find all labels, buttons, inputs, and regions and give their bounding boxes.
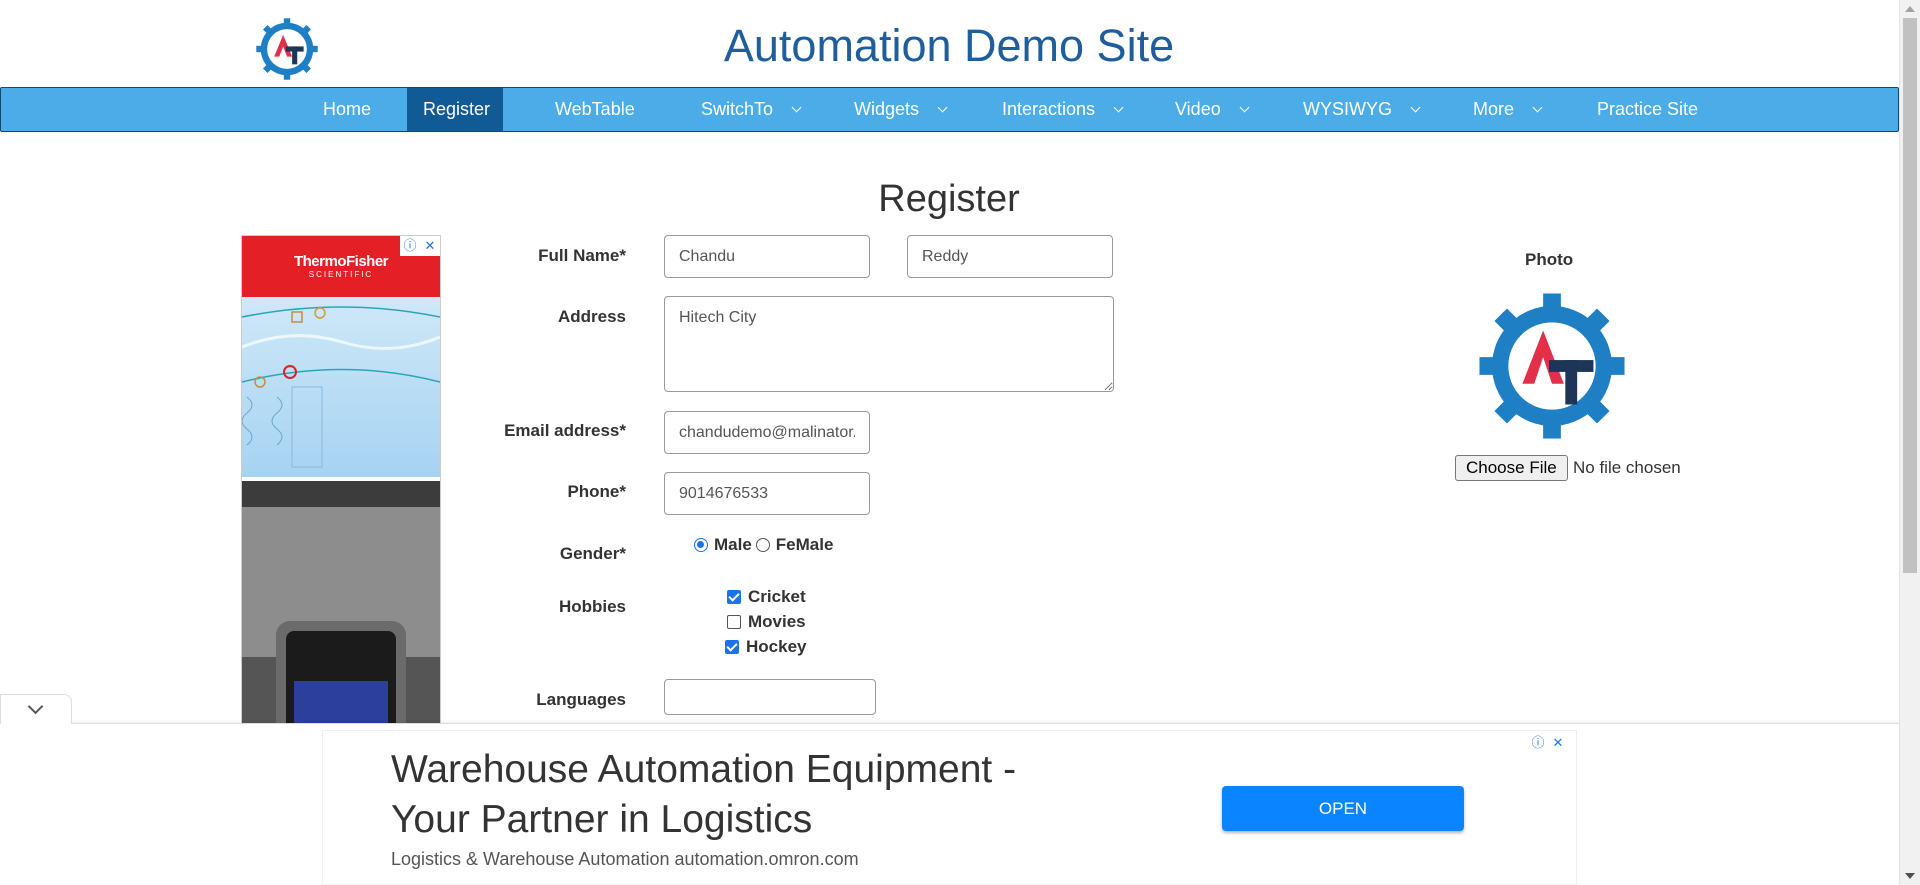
nav-switchto[interactable]: SwitchTo bbox=[685, 88, 816, 131]
scroll-down-arrow-icon[interactable] bbox=[1905, 873, 1915, 879]
ad-headline[interactable]: Warehouse Automation Equipment - Your Pa… bbox=[391, 745, 1091, 845]
languages-input[interactable] bbox=[664, 679, 876, 715]
nav-wysiwyg[interactable]: WYSIWYG bbox=[1287, 88, 1435, 131]
address-textarea[interactable]: Hitech City bbox=[664, 296, 1114, 392]
full-name-label: Full Name* bbox=[538, 246, 626, 265]
gender-male-radio[interactable] bbox=[694, 538, 708, 552]
first-name-input[interactable] bbox=[664, 235, 870, 278]
hobby-cricket-label: Cricket bbox=[748, 587, 806, 606]
email-input[interactable] bbox=[664, 411, 870, 454]
ad-band bbox=[242, 477, 440, 507]
ad-open-button[interactable]: OPEN bbox=[1222, 786, 1464, 831]
hobby-movies[interactable]: Movies bbox=[727, 612, 806, 632]
hobby-movies-checkbox[interactable] bbox=[727, 615, 741, 629]
email-label: Email address* bbox=[504, 421, 626, 440]
languages-label: Languages bbox=[536, 690, 626, 709]
chevron-down-icon bbox=[1113, 102, 1124, 113]
nav-wysiwyg-label: WYSIWYG bbox=[1303, 99, 1392, 119]
ad-close-icon[interactable]: ✕ bbox=[1548, 733, 1568, 753]
ad-close-icon[interactable]: ✕ bbox=[420, 236, 440, 256]
hobby-hockey-label: Hockey bbox=[746, 637, 807, 656]
ad-collapse-toggle[interactable] bbox=[0, 694, 72, 724]
left-advertisement[interactable]: ThermoFisher SCIENTIFIC ⓘ ✕ bbox=[241, 235, 441, 725]
hobby-movies-label: Movies bbox=[748, 612, 806, 631]
nav-home[interactable]: Home bbox=[307, 88, 387, 131]
site-title: Automation Demo Site bbox=[723, 20, 1175, 71]
nav-more-label: More bbox=[1473, 99, 1515, 119]
hobby-cricket[interactable]: Cricket bbox=[727, 587, 806, 607]
nav-register[interactable]: Register bbox=[407, 88, 503, 131]
ad-info-icon[interactable]: ⓘ bbox=[400, 236, 420, 256]
hobby-cricket-checkbox[interactable] bbox=[727, 590, 741, 604]
ad-illustration bbox=[242, 297, 440, 477]
chevron-down-icon bbox=[27, 698, 44, 715]
chevron-down-icon bbox=[937, 102, 948, 113]
ad-info-icon[interactable]: ⓘ bbox=[1528, 733, 1548, 753]
hobbies-label: Hobbies bbox=[558, 597, 626, 616]
ad-controls: ⓘ ✕ bbox=[1528, 733, 1568, 753]
gender-options: Male FeMale bbox=[694, 535, 833, 555]
nav-switchto-label: SwitchTo bbox=[701, 99, 774, 119]
last-name-input[interactable] bbox=[907, 235, 1113, 278]
scrollbar-thumb[interactable] bbox=[1903, 18, 1917, 573]
chevron-down-icon bbox=[1239, 102, 1250, 113]
ad-brand-subtitle: SCIENTIFIC bbox=[308, 270, 374, 279]
nav-video-label: Video bbox=[1175, 99, 1221, 119]
scroll-up-arrow-icon[interactable] bbox=[1905, 6, 1915, 12]
nav-interactions-label: Interactions bbox=[1002, 99, 1096, 119]
ad-controls: ⓘ ✕ bbox=[400, 236, 440, 256]
nav-practice-site[interactable]: Practice Site bbox=[1581, 88, 1714, 131]
page-title: Register bbox=[878, 178, 1020, 220]
gender-male-label[interactable]: Male bbox=[714, 535, 752, 555]
main-navbar: Home Register WebTable SwitchTo Widgets … bbox=[0, 87, 1899, 132]
ad-device-panel bbox=[294, 681, 388, 724]
nav-widgets-label: Widgets bbox=[854, 99, 920, 119]
ad-device-screen bbox=[286, 631, 396, 724]
chevron-down-icon bbox=[1410, 102, 1421, 113]
nav-more[interactable]: More bbox=[1457, 88, 1557, 131]
bottom-advertisement[interactable]: Warehouse Automation Equipment - Your Pa… bbox=[322, 730, 1577, 885]
gender-female-radio[interactable] bbox=[755, 538, 770, 552]
file-status-text: No file chosen bbox=[1573, 458, 1681, 477]
hobby-hockey[interactable]: Hockey bbox=[725, 637, 806, 657]
nav-interactions[interactable]: Interactions bbox=[986, 88, 1138, 131]
phone-label: Phone* bbox=[567, 482, 626, 501]
gender-label: Gender* bbox=[559, 544, 626, 563]
ad-device-image bbox=[276, 621, 406, 724]
nav-widgets[interactable]: Widgets bbox=[838, 88, 962, 131]
chevron-down-icon bbox=[1532, 102, 1543, 113]
nav-video[interactable]: Video bbox=[1159, 88, 1264, 131]
choose-file-button[interactable]: Choose File bbox=[1455, 455, 1568, 481]
gender-female-label[interactable]: FeMale bbox=[776, 535, 834, 555]
photo-preview-logo-icon bbox=[1479, 293, 1625, 439]
chevron-down-icon bbox=[791, 102, 802, 113]
ad-subtext[interactable]: Logistics & Warehouse Automation automat… bbox=[391, 849, 859, 870]
photo-label: Photo bbox=[1525, 250, 1574, 269]
page-scrollbar[interactable] bbox=[1899, 0, 1920, 885]
nav-webtable[interactable]: WebTable bbox=[539, 88, 651, 131]
hobby-hockey-checkbox[interactable] bbox=[725, 640, 739, 654]
phone-input[interactable] bbox=[664, 472, 870, 515]
address-label: Address bbox=[557, 307, 626, 326]
